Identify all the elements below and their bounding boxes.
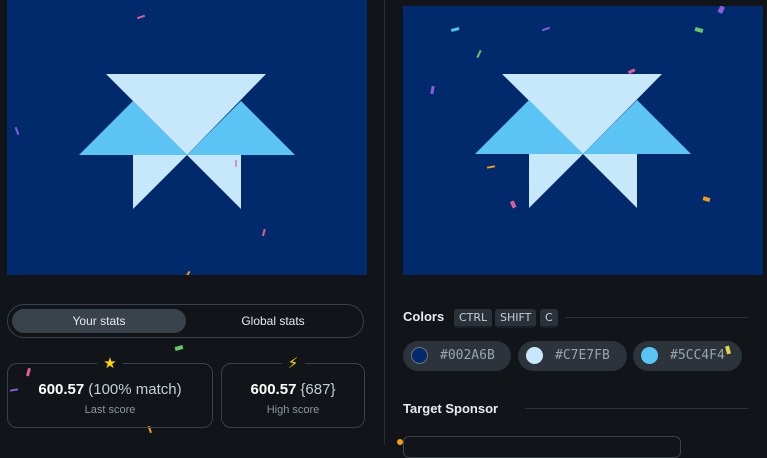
target-sponsor-title: Target Sponsor xyxy=(403,401,499,416)
right-leg-triangle xyxy=(187,155,241,209)
last-score-line: 600.57 (100% match) xyxy=(8,381,212,398)
shortcut-key-shift: SHIFT xyxy=(495,309,537,328)
shortcut-key-c: C xyxy=(540,309,558,328)
last-score-match: (100% match) xyxy=(88,381,182,398)
stats-toggle: Your stats Global stats xyxy=(7,304,364,338)
high-score-value: 600.57 xyxy=(250,381,297,398)
swatch-hex-label: #002A6B xyxy=(440,348,495,363)
sponsor-status-dot xyxy=(397,439,403,445)
colors-divider xyxy=(565,317,748,318)
color-swatch-1[interactable]: #002A6B xyxy=(403,341,511,371)
global-stats-tab[interactable]: Global stats xyxy=(186,309,360,333)
last-score-label: Last score xyxy=(84,404,136,416)
right-leg-triangle xyxy=(583,154,637,208)
swatch-dot-icon xyxy=(641,347,658,364)
last-score-card: ★ 600.57 (100% match) Last score xyxy=(7,355,213,428)
shortcut-key-ctrl: CTRL xyxy=(454,309,493,328)
high-score-rank: {687} xyxy=(300,381,336,398)
target-drawing xyxy=(430,6,725,209)
colors-title: Colors xyxy=(403,309,445,324)
swatch-hex-label: #5CC4F4 xyxy=(670,348,725,363)
sponsor-divider xyxy=(525,408,748,409)
high-score-line: 600.57 {687} xyxy=(222,381,364,398)
star-icon: ★ xyxy=(97,355,123,373)
high-score-label: High score xyxy=(266,404,320,416)
lightning-icon: ⚡ xyxy=(281,355,305,373)
swatch-dot-icon xyxy=(526,347,543,364)
last-score-value: 600.57 xyxy=(38,381,85,398)
your-output-drawing xyxy=(14,14,295,275)
target-canvas xyxy=(403,6,763,275)
panel-divider xyxy=(384,0,385,445)
left-leg-triangle xyxy=(133,155,187,209)
sponsor-card[interactable] xyxy=(403,436,681,458)
confetti-swatch xyxy=(725,345,731,355)
swatch-hex-label: #C7E7FB xyxy=(555,348,610,363)
left-leg-triangle xyxy=(529,154,583,208)
high-score-card: ⚡ 600.57 {687} High score xyxy=(221,355,365,428)
swatch-dot-icon xyxy=(411,347,428,364)
your-stats-tab[interactable]: Your stats xyxy=(12,309,186,333)
color-swatch-2[interactable]: #C7E7FB xyxy=(518,341,627,371)
your-output-canvas xyxy=(7,0,367,275)
